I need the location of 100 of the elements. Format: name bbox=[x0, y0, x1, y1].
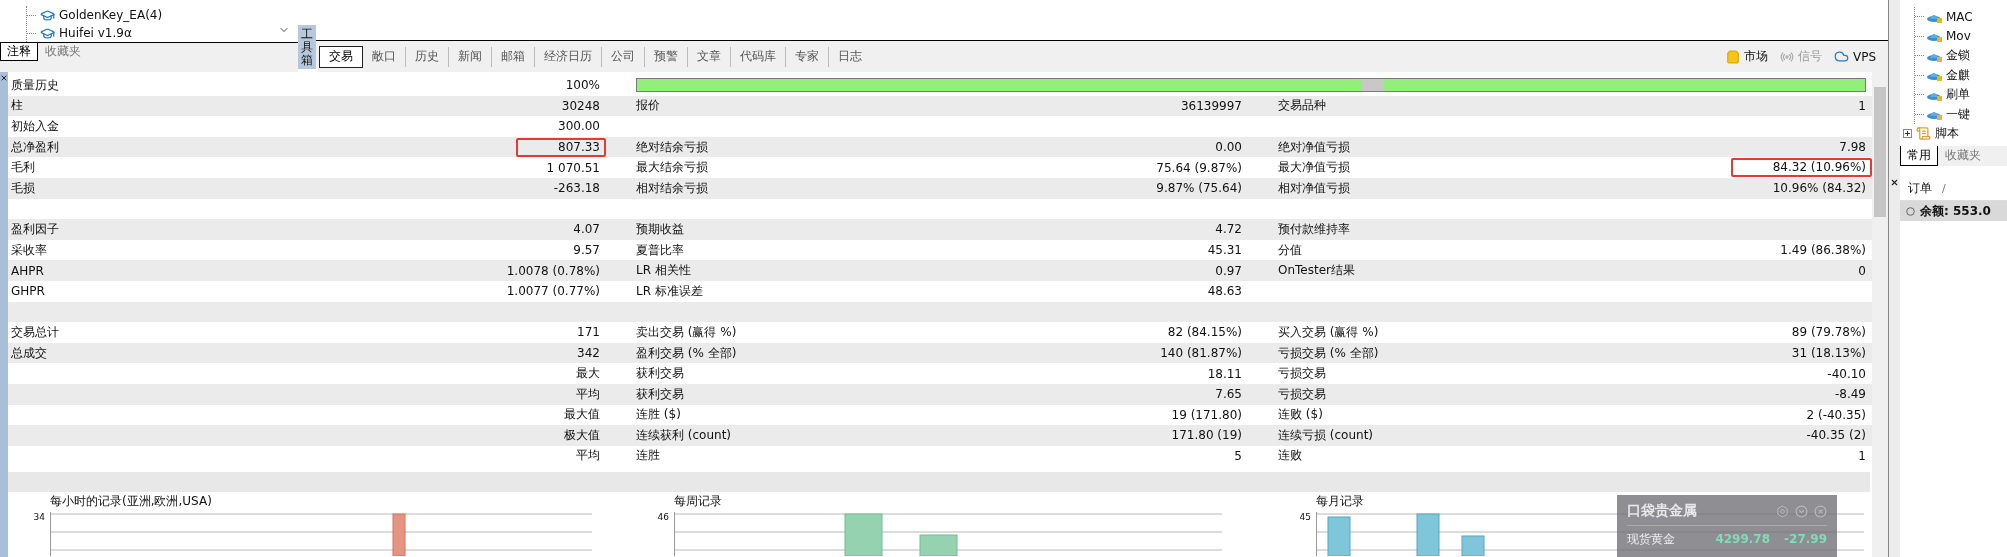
settings-icon[interactable] bbox=[1776, 504, 1789, 518]
stat-value: 171.80 (19) bbox=[1171, 428, 1242, 443]
collapse-icon[interactable] bbox=[1795, 504, 1808, 518]
toolbox-strip[interactable]: 工具箱 bbox=[298, 25, 316, 69]
stat-label: AHPR bbox=[11, 263, 44, 278]
tree-item[interactable]: 金锁 bbox=[1946, 47, 1970, 65]
scroll-icon bbox=[1916, 126, 1931, 142]
tab[interactable]: 交易 bbox=[319, 45, 363, 68]
stat-value: 82 (84.15%) bbox=[1167, 325, 1242, 340]
quote-name: 现货黄金 bbox=[1627, 530, 1675, 548]
panel-tab[interactable]: 收藏夹 bbox=[38, 43, 88, 61]
chart-bar bbox=[1461, 535, 1485, 557]
tab[interactable]: 文章 bbox=[687, 46, 730, 67]
tree-item[interactable]: 金麒 bbox=[1946, 66, 1970, 84]
widget-title: 口袋贵金属 bbox=[1627, 502, 1697, 520]
stat-label: 交易品种 bbox=[1278, 97, 1326, 115]
stat-value: 45.31 bbox=[1207, 243, 1242, 258]
stat-label: 毛损 bbox=[11, 179, 35, 197]
chart-bar bbox=[919, 534, 958, 557]
stat-value: 18.11 bbox=[1207, 366, 1242, 381]
chart-bar bbox=[1327, 516, 1351, 557]
chart-title: 每周记录 bbox=[674, 493, 722, 511]
quote-change: -27.99 bbox=[1784, 532, 1827, 546]
stat-label: 亏损交易 (% 全部) bbox=[1278, 344, 1379, 362]
axis-tick-label: 45 bbox=[1299, 512, 1312, 523]
stat-label: OnTester结果 bbox=[1278, 262, 1355, 280]
stat-value: 89 (79.78%) bbox=[1791, 325, 1866, 340]
stat-value: 5 bbox=[1234, 449, 1242, 463]
stat-value: 1 bbox=[1858, 98, 1866, 113]
sort-mark: / bbox=[1942, 181, 1946, 195]
tree-item[interactable]: 一键 bbox=[1946, 105, 1970, 123]
stat-label: 相对结余亏损 bbox=[636, 179, 708, 197]
stat-value: 75.64 (9.87%) bbox=[1156, 160, 1242, 175]
stat-value: 4.07 bbox=[573, 222, 600, 237]
stat-label: 买入交易 (赢得 %) bbox=[1278, 323, 1379, 341]
stat-value: 0.97 bbox=[1215, 263, 1242, 278]
tab[interactable]: 历史 bbox=[405, 46, 448, 67]
stat-value: 300.00 bbox=[558, 119, 600, 134]
stat-value: 1 070.51 bbox=[546, 160, 600, 175]
stat-label: 卖出交易 (赢得 %) bbox=[636, 323, 737, 341]
chart-title: 每小时的记录(亚洲,欧洲,USA) bbox=[50, 493, 212, 511]
tab[interactable]: 专家 bbox=[785, 46, 828, 67]
close-icon[interactable] bbox=[1890, 178, 1899, 187]
tree-item[interactable]: Huifei v1.9α bbox=[59, 26, 132, 40]
stat-label: 获利交易 bbox=[636, 365, 684, 383]
tab[interactable]: 敞口 bbox=[363, 46, 405, 67]
scrollbar-thumb[interactable] bbox=[1874, 87, 1886, 217]
tree-item[interactable]: 刷单 bbox=[1946, 86, 1970, 104]
stat-value: 100% bbox=[565, 78, 600, 93]
graduation-cap-icon bbox=[40, 25, 55, 41]
stat-label: 总净盈利 bbox=[11, 138, 59, 156]
tab[interactable]: 公司 bbox=[601, 46, 644, 67]
stat-label: 盈利交易 (% 全部) bbox=[636, 344, 737, 362]
stat-value: 9.57 bbox=[573, 243, 600, 258]
stat-label: 柱 bbox=[11, 97, 23, 115]
toolbar-link[interactable]: 市场 bbox=[1725, 48, 1768, 65]
tab[interactable]: 预警 bbox=[644, 46, 687, 67]
close-icon[interactable] bbox=[0, 74, 8, 82]
stat-label: 盈利因子 bbox=[11, 220, 59, 238]
panel-tab[interactable]: 注释 bbox=[0, 43, 38, 61]
stat-value: -263.18 bbox=[553, 181, 600, 196]
stat-value: -40.10 bbox=[1827, 366, 1866, 381]
stat-label: 连败 ($) bbox=[1278, 406, 1323, 424]
tab[interactable]: 新闻 bbox=[448, 46, 491, 67]
stat-label: 连续亏损 (count) bbox=[1278, 426, 1374, 444]
stat-label: 连胜 ($) bbox=[636, 406, 681, 424]
stat-value: 31 (18.13%) bbox=[1791, 346, 1866, 360]
stat-value: 0 bbox=[1858, 263, 1866, 278]
tree-item[interactable]: GoldenKey_EA(4) bbox=[59, 8, 163, 22]
chart-bar bbox=[844, 513, 883, 557]
stat-value: 2 (-40.35) bbox=[1806, 407, 1866, 422]
tab[interactable]: 日志 bbox=[828, 46, 871, 67]
stat-label: GHPR bbox=[11, 284, 45, 299]
tab[interactable]: 经济日历 bbox=[534, 46, 601, 67]
stat-label: 获利交易 bbox=[636, 385, 684, 403]
stat-value: 7.98 bbox=[1839, 140, 1866, 155]
tree-item[interactable]: Mov bbox=[1946, 29, 1971, 44]
stat-label: 分值 bbox=[1278, 241, 1302, 259]
stat-label: 初始入金 bbox=[11, 118, 59, 135]
status-icon bbox=[1906, 206, 1915, 216]
tree-item[interactable]: 脚本 bbox=[1935, 125, 1959, 143]
tree-item[interactable]: MAC bbox=[1946, 9, 1973, 24]
panel-tab[interactable]: 常用 bbox=[1900, 146, 1938, 166]
balance-text: 余额: 553.0 bbox=[1920, 202, 1991, 220]
stat-label: 报价 bbox=[636, 97, 660, 115]
tab[interactable]: 邮箱 bbox=[491, 46, 534, 67]
stat-value: 0.00 bbox=[1215, 140, 1242, 155]
tab[interactable]: 代码库 bbox=[730, 46, 785, 67]
stat-value: 最大 bbox=[576, 365, 600, 383]
stat-label: 亏损交易 bbox=[1278, 385, 1326, 403]
stat-value: 48.63 bbox=[1207, 284, 1242, 299]
expand-icon[interactable] bbox=[1903, 129, 1912, 139]
stat-label: 总成交 bbox=[11, 344, 47, 362]
column-header[interactable]: 订单 bbox=[1908, 179, 1932, 197]
panel-tab[interactable]: 收藏夹 bbox=[1938, 146, 1988, 166]
stat-label: 亏损交易 bbox=[1278, 365, 1326, 383]
stat-value: 7.65 bbox=[1215, 387, 1242, 402]
stat-label: 交易总计 bbox=[11, 323, 59, 341]
quote-price: 4299.78 bbox=[1715, 532, 1771, 546]
toolbar-link[interactable]: VPS bbox=[1833, 49, 1876, 64]
